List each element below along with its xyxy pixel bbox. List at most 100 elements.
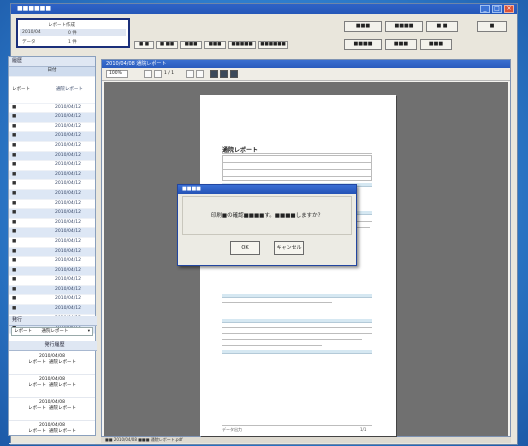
issue-entry[interactable]: 2010/04/08 レポート 通院レポート: [9, 375, 95, 398]
row-marker: ■: [12, 238, 17, 244]
history-row[interactable]: ■ 2010/04/12: [9, 142, 95, 152]
table-line: [222, 176, 372, 177]
history-row[interactable]: ■ 2010/04/12: [9, 247, 95, 258]
right-button-2[interactable]: ■■■■: [385, 21, 423, 32]
issue-entry[interactable]: 2010/04/08 レポート 通院レポート: [9, 421, 95, 444]
toolbar-button-3[interactable]: ■■■: [180, 41, 202, 49]
history-row[interactable]: ■ 2010/04/12: [9, 285, 95, 296]
row-date: 2010/04/12: [55, 277, 81, 283]
row-date: 2010/04/12: [55, 219, 81, 225]
row-date: 2010/04/12: [55, 306, 81, 312]
history-featured-row[interactable]: レポート 通院レポート: [9, 76, 95, 104]
history-row[interactable]: ■ 2010/04/12: [9, 200, 95, 210]
zoom-in-icon[interactable]: [144, 70, 152, 78]
history-row[interactable]: ■ 2010/04/12: [9, 276, 95, 286]
heading-rule: [222, 153, 372, 154]
history-row[interactable]: ■ 2010/04/12: [9, 151, 95, 162]
history-row[interactable]: ■ 2010/04/12: [9, 170, 95, 181]
history-row[interactable]: ■ 2010/04/12: [9, 209, 95, 219]
dialog-title: ■■■■: [182, 186, 201, 192]
row-marker: ■: [12, 162, 17, 168]
history-row[interactable]: ■ 2010/04/12: [9, 189, 95, 200]
cancel-button[interactable]: キャンセル: [274, 241, 304, 255]
save-icon[interactable]: [220, 70, 228, 78]
row-marker: ■: [12, 296, 17, 302]
row-date: 2010/04/12: [55, 171, 81, 177]
history-row[interactable]: ■ 2010/04/12: [9, 161, 95, 171]
row-marker: ■: [12, 286, 17, 292]
confirm-dialog: ■■■■ 印刷■の確認■■■■す。■■■■しますか？ OK キャンセル: [177, 184, 357, 266]
maximize-button[interactable]: □: [492, 5, 502, 13]
history-row[interactable]: ■ 2010/04/12: [9, 132, 95, 142]
history-row[interactable]: ■ 2010/04/12: [9, 219, 95, 229]
history-row[interactable]: ■ 2010/04/12: [9, 305, 95, 315]
right-button-5[interactable]: ■■■■: [344, 39, 382, 50]
row-date: 2010/04/12: [55, 229, 81, 235]
right-button-3[interactable]: ■ ■: [426, 21, 458, 32]
row-marker: ■: [12, 114, 17, 120]
issue-type: レポート: [28, 383, 46, 388]
issue-list: 2010/04/08 レポート 通院レポート 2010/04/08 レポート 通院レポート…: [9, 352, 95, 444]
issue-entry[interactable]: 2010/04/08 レポート 通院レポート: [9, 352, 95, 375]
row-marker: ■: [12, 210, 17, 216]
zoom-field[interactable]: 100%: [106, 70, 128, 78]
history-row[interactable]: ■ 2010/04/12: [9, 123, 95, 133]
right-button-1[interactable]: ■■■: [344, 21, 382, 32]
history-row[interactable]: ■ 2010/04/12: [9, 113, 95, 123]
issue-title: 通院レポート: [49, 383, 76, 388]
viewer-toolbar: 100% 1 / 1: [102, 68, 510, 81]
row-date: 2010/04/12: [55, 142, 81, 148]
issue-type: レポート: [28, 406, 46, 411]
right-button-7[interactable]: ■■■: [420, 39, 452, 50]
right-button-6[interactable]: ■■■: [385, 39, 417, 50]
toolbar-button-5[interactable]: ■■■■■: [228, 41, 256, 49]
row-marker: ■: [12, 152, 17, 158]
section-bar: [222, 350, 372, 354]
print-icon[interactable]: [210, 70, 218, 78]
row-marker: ■: [12, 171, 17, 177]
row-marker: ■: [12, 133, 17, 139]
toolbar-button-1[interactable]: ■ ■: [134, 41, 154, 49]
history-row[interactable]: ■ 2010/04/12: [9, 180, 95, 190]
row-date: 2010/04/12: [55, 267, 81, 273]
issue-type: レポート: [28, 360, 46, 365]
issue-title: 通院レポート: [49, 406, 76, 411]
row-date: 2010/04/12: [55, 123, 81, 129]
history-row[interactable]: ■ 2010/04/12: [9, 295, 95, 306]
zoom-out-icon[interactable]: [154, 70, 162, 78]
toolbar-button-4[interactable]: ■■■: [204, 41, 226, 49]
history-row[interactable]: ■ 2010/04/12: [9, 228, 95, 238]
featured-value: 通院レポート: [55, 86, 83, 92]
toolbar-button-2[interactable]: ■ ■■: [156, 41, 178, 49]
footer-right: 1/1: [360, 427, 367, 432]
ok-button[interactable]: OK: [230, 241, 260, 255]
report-filter-select[interactable]: レポート 通院レポート ▾: [11, 327, 93, 336]
row-date: 2010/04/12: [55, 238, 81, 244]
history-list: ■ 2010/04/12 ■ 2010/04/12 ■ 2010/04/12 ■ 2010/0…: [9, 104, 95, 334]
row-date: 2010/04/12: [55, 200, 81, 206]
row-marker: ■: [12, 200, 17, 206]
history-row[interactable]: ■ 2010/04/12: [9, 257, 95, 267]
right-button-4[interactable]: ■: [477, 21, 507, 32]
close-button[interactable]: ×: [504, 5, 514, 13]
history-row[interactable]: ■ 2010/04/12: [9, 266, 95, 277]
minimize-button[interactable]: _: [480, 5, 490, 13]
row-date: 2010/04/12: [55, 190, 81, 196]
toolbar-button-6[interactable]: ■■■■■■: [258, 41, 288, 49]
row-marker: ■: [12, 104, 17, 110]
history-column-header: 日付: [9, 67, 95, 77]
text-line: [222, 333, 372, 334]
issue-entry[interactable]: 2010/04/08 レポート 通院レポート: [9, 398, 95, 421]
info-value-bottom: 1 件: [68, 40, 77, 45]
fit-page-icon[interactable]: [186, 70, 194, 78]
row-marker: ■: [12, 190, 17, 196]
viewer-title: 2010/04/08 通院レポート: [106, 61, 167, 67]
row-marker: ■: [12, 123, 17, 129]
fit-width-icon[interactable]: [196, 70, 204, 78]
history-row[interactable]: ■ 2010/04/12: [9, 238, 95, 248]
issue-title: 通院レポート: [49, 360, 76, 365]
info-value-left: 2010/04: [22, 30, 41, 35]
text-line: [222, 345, 322, 346]
export-icon[interactable]: [230, 70, 238, 78]
history-row[interactable]: ■ 2010/04/12: [9, 104, 95, 114]
